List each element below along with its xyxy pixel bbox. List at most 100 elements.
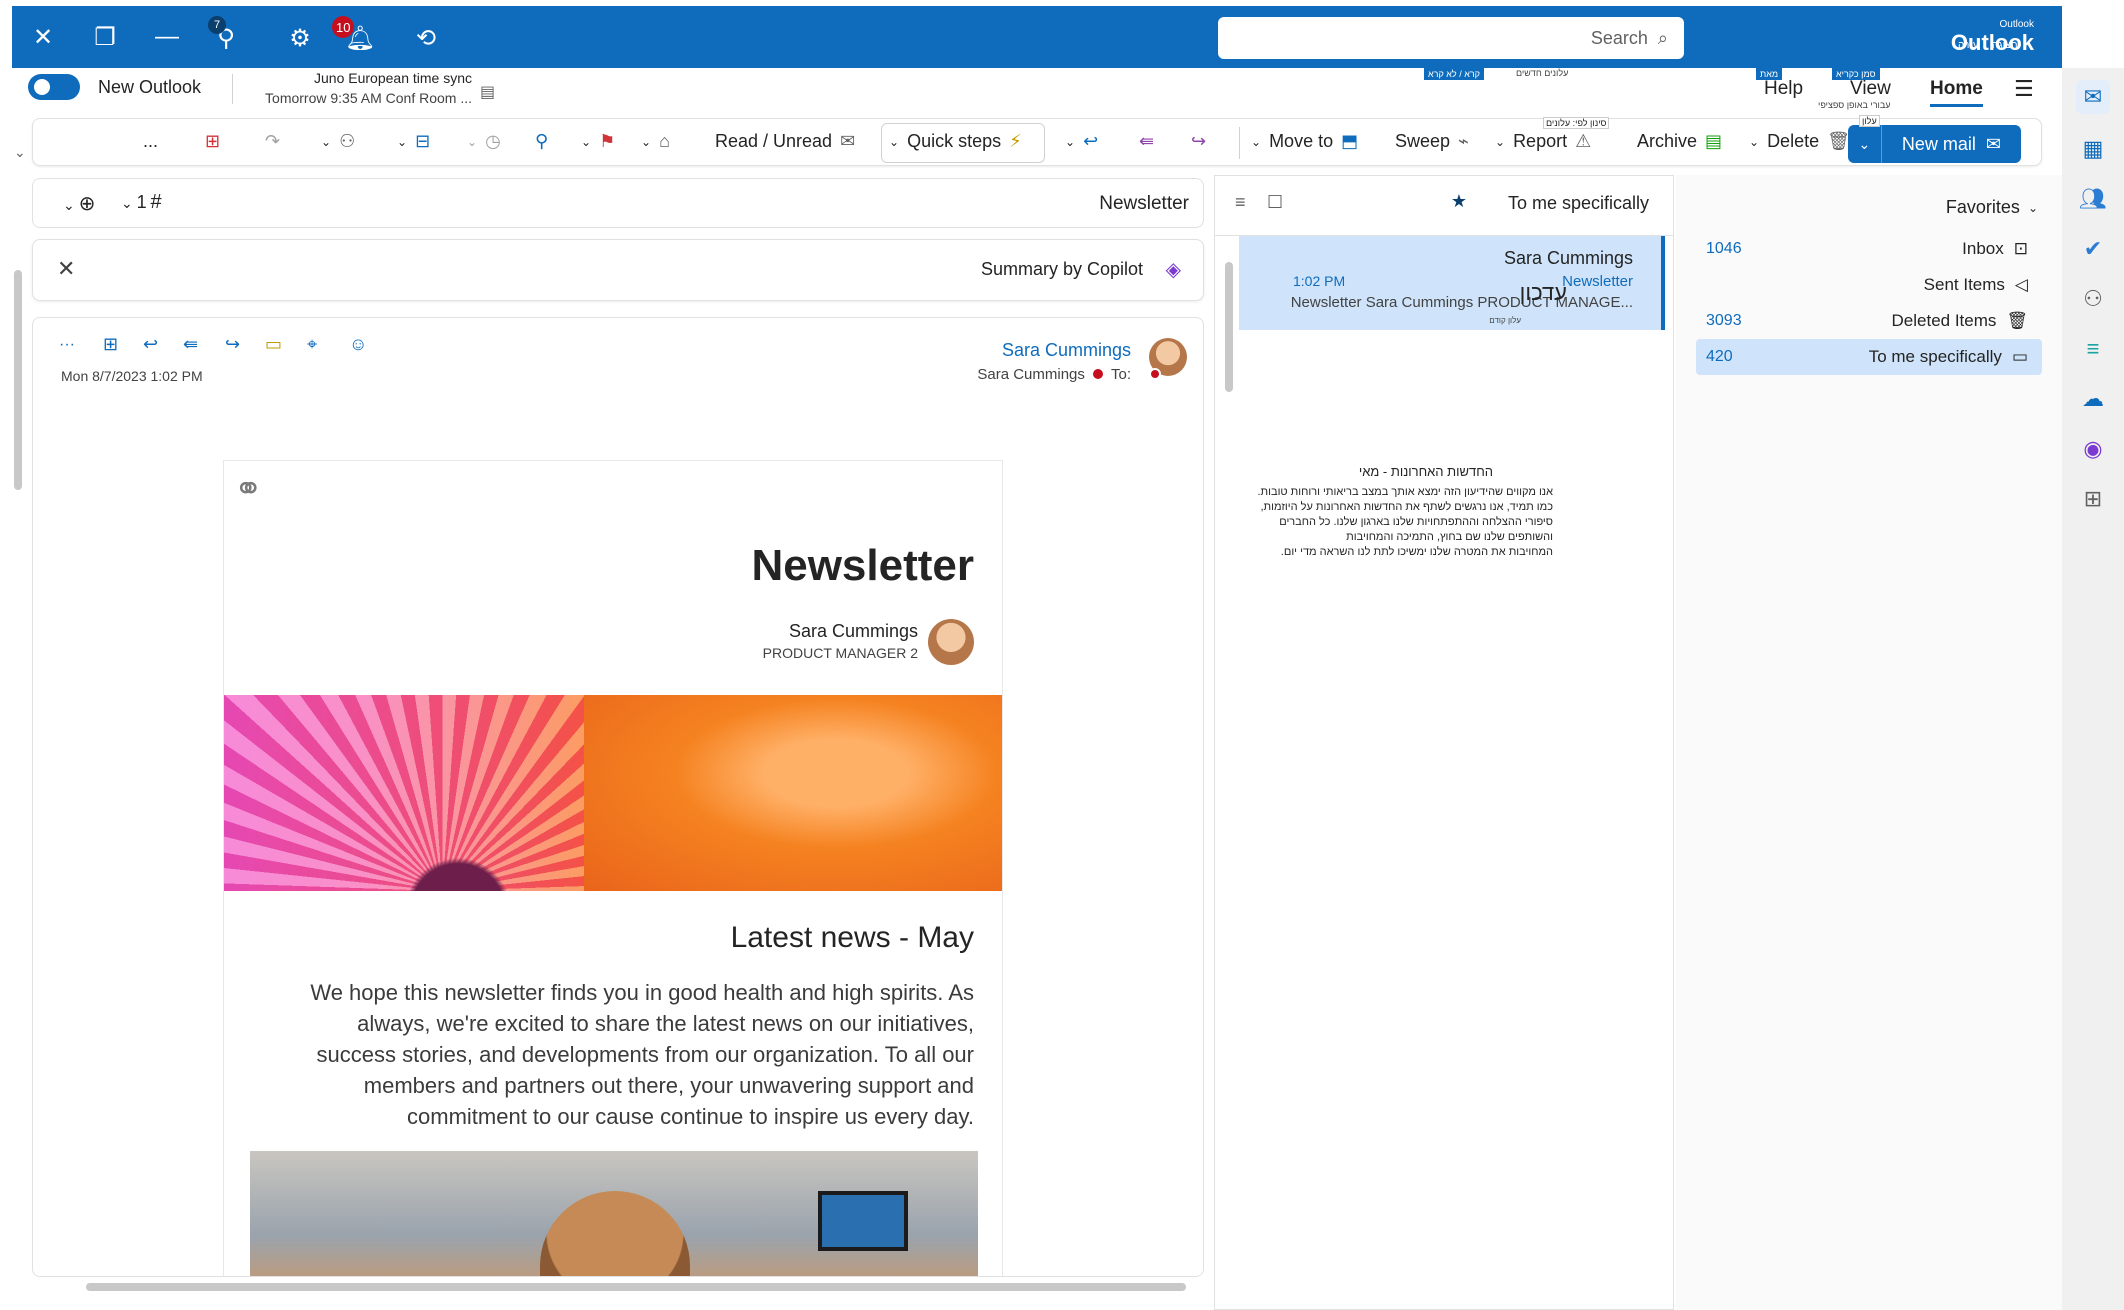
sweep-label: Sweep: [1395, 131, 1451, 151]
delete-button[interactable]: ⌄ Delete 🗑︎: [1749, 131, 1850, 152]
forward-icon[interactable]: ↪: [225, 334, 240, 355]
onedrive-app-icon[interactable]: ☁: [2076, 382, 2110, 416]
new-mail-dropdown-chevron-icon[interactable]: ⌄: [1847, 125, 1882, 163]
tiny-tag-new: עלונים חדשים: [1516, 68, 1569, 78]
close-icon[interactable]: ✕: [12, 6, 74, 68]
todo-app-icon[interactable]: ✔: [2076, 232, 2110, 266]
groups-dropdown[interactable]: ⌄ ⚇: [321, 131, 355, 152]
categorize-dropdown[interactable]: ⌄ ⌂: [641, 131, 670, 152]
read-unread-button[interactable]: Read / Unread ✉: [715, 131, 855, 152]
paragraph-line: We hope this newsletter finds you in goo…: [310, 980, 974, 1005]
my-day-icon[interactable]: ⟲: [404, 16, 448, 60]
author-name: Sara Cummings: [788, 621, 918, 641]
photo-person: [540, 1191, 690, 1276]
folder-sent-items[interactable]: Sent Items ◁: [1696, 267, 2042, 303]
to-label: To:: [1110, 366, 1131, 383]
emoji-icon[interactable]: ☺: [349, 334, 367, 355]
folder-deleted-items[interactable]: 3093 Deleted Items 🗑︎: [1696, 303, 2042, 339]
reply-all-icon[interactable]: ⇚: [1139, 131, 1154, 152]
new-outlook-toggle[interactable]: [28, 74, 80, 100]
new-mail-main[interactable]: New mail ✉: [1881, 125, 2021, 163]
move-to-button[interactable]: ⌄ Move to ⬒: [1251, 131, 1358, 152]
report-button[interactable]: ⌄ Report ⚠: [1495, 131, 1591, 152]
quick-steps-button[interactable]: ⌄ Quick steps ⚡: [889, 131, 1022, 152]
sync-subtitle[interactable]: Tomorrow 9:35 AM Conf Room ...: [248, 90, 472, 106]
close-icon[interactable]: ✕: [57, 256, 75, 282]
recipient-name[interactable]: Sara Cummings: [977, 366, 1085, 383]
restore-icon[interactable]: ❐: [74, 6, 136, 68]
ribbon-tab-row: New Outlook Juno European time sync Tomo…: [12, 68, 2062, 118]
hamburger-menu-icon[interactable]: ☰: [2014, 76, 2034, 102]
reading-pane: ⌄ ⊕ ⌄ 1 # Newsletter ✕ Summary by Copilo…: [32, 175, 1204, 1310]
folder-to-me-specifically[interactable]: 420 To me specifically ▭: [1696, 339, 2042, 375]
message-list: ≡ ☐ To me specifically ★ Sara Cummings N…: [1214, 175, 1674, 1310]
immersive-reader-icon[interactable]: ▭: [265, 334, 282, 355]
paragraph-line: members and partners out there, your unw…: [363, 1073, 974, 1098]
sweep-button[interactable]: Sweep ⌁: [1395, 131, 1469, 152]
settings-gear-icon[interactable]: ⚙: [278, 16, 322, 60]
archive-button[interactable]: Archive ▤: [1637, 131, 1722, 152]
ribbon-expand-chevron-icon[interactable]: ⌄: [14, 144, 26, 161]
hebrew-summary-block: החדשות האחרונות - מאי אנו מקווים שהידיעו…: [1243, 464, 1553, 560]
snooze-dropdown[interactable]: ⌄ ◷: [467, 131, 501, 152]
horizontal-scrollbar[interactable]: [86, 1283, 1186, 1291]
tab-view[interactable]: View: [1850, 78, 1891, 100]
calendar-app-icon[interactable]: ▦: [2076, 132, 2110, 166]
people-app-icon[interactable]: 👥︎: [2076, 182, 2110, 216]
divider: [232, 74, 233, 104]
sender-name[interactable]: Sara Cummings: [1002, 340, 1131, 361]
message-item-selected[interactable]: Sara Cummings Newsletter 1:02 PM Newslet…: [1239, 236, 1665, 330]
report-label: Report: [1513, 131, 1568, 151]
redo-icon[interactable]: ↷: [265, 131, 280, 152]
newsletter-body: ⚭ Newsletter Sara Cummings PRODUCT MANAG…: [223, 460, 1003, 1276]
apps-grid-icon[interactable]: ⊞: [205, 131, 220, 152]
copilot-summary-bar[interactable]: ✕ Summary by Copilot ◈: [32, 239, 1204, 301]
more-actions-icon[interactable]: ···: [59, 336, 75, 354]
filter-icon[interactable]: ≡: [1235, 192, 1246, 213]
conversation-header: ⌄ ⊕ ⌄ 1 # Newsletter: [32, 178, 1204, 228]
tab-help[interactable]: Help: [1764, 78, 1803, 100]
tab-home[interactable]: Home: [1930, 78, 1983, 107]
archive-label: Archive: [1637, 131, 1698, 151]
forward-icon[interactable]: ↪: [1191, 131, 1206, 152]
groups-app-icon[interactable]: ⚇: [2076, 282, 2110, 316]
folder-label: Deleted Items: [1891, 311, 1997, 330]
reading-scrollbar[interactable]: [14, 270, 22, 490]
rules-dropdown[interactable]: ⌄ ⊟: [397, 131, 430, 152]
author-avatar: [928, 619, 974, 665]
reply-dropdown[interactable]: ⌄ ↩: [1065, 131, 1098, 152]
pin-icon[interactable]: ⚲: [535, 131, 548, 152]
select-mode-icon[interactable]: ☐: [1267, 192, 1283, 213]
search-box[interactable]: Search ⌕: [1218, 17, 1684, 59]
conversation-subject: Newsletter: [1099, 193, 1189, 214]
favorite-star-icon[interactable]: ★: [1451, 191, 1467, 212]
new-mail-button[interactable]: ⌄ New mail ✉: [1847, 125, 2021, 163]
apps-icon[interactable]: ⊞: [103, 334, 118, 355]
copilot-app-icon[interactable]: ◉: [2076, 432, 2110, 466]
message-card: ··· ⊞ ↩ ⇚ ↪ ▭ ⌖ ☺ Mon 8/7/2023 1:02 PM S…: [32, 317, 1204, 1277]
folder-label: Sent Items: [1923, 275, 2005, 294]
list-scrollbar[interactable]: [1225, 262, 1233, 392]
app-brand: Outlook Outlook: [1951, 20, 2034, 56]
reply-icon[interactable]: ↩: [143, 334, 158, 355]
mail-app-icon[interactable]: ✉: [2076, 80, 2110, 114]
message-time: 1:02 PM: [1293, 273, 1346, 289]
reply-all-icon[interactable]: ⇚: [183, 334, 198, 355]
zoom-dropdown[interactable]: ⌄ ⊕: [63, 191, 95, 216]
hebrew-tag-label: עלון קודם: [1489, 316, 1521, 325]
folder-inbox[interactable]: 1046 Inbox ⊡: [1696, 231, 2042, 267]
recipient-line: Sara Cummings To:: [977, 366, 1131, 383]
conversation-count-dropdown[interactable]: ⌄ 1 #: [121, 191, 162, 214]
favorites-header[interactable]: Favorites ⌄: [1946, 197, 2038, 218]
paragraph-line: always, we're excited to share the lates…: [357, 1011, 974, 1036]
flag-dropdown[interactable]: ⌄ ⚑: [581, 131, 615, 152]
minimize-icon[interactable]: —: [136, 6, 198, 68]
more-commands-button[interactable]: ...: [143, 131, 158, 152]
sync-title[interactable]: Juno European time sync: [248, 70, 472, 86]
tag-icon[interactable]: ⌖: [307, 334, 317, 355]
more-apps-icon[interactable]: ⊞: [2076, 482, 2110, 516]
planner-app-icon[interactable]: ≡: [2076, 332, 2110, 366]
newsletter-photo: [250, 1151, 978, 1276]
search-icon: ⌕: [1657, 27, 1668, 48]
hebrew-summary-line: והשותפים שלנו שם בחוץ, התמיכה והמחויבות: [1346, 531, 1553, 543]
